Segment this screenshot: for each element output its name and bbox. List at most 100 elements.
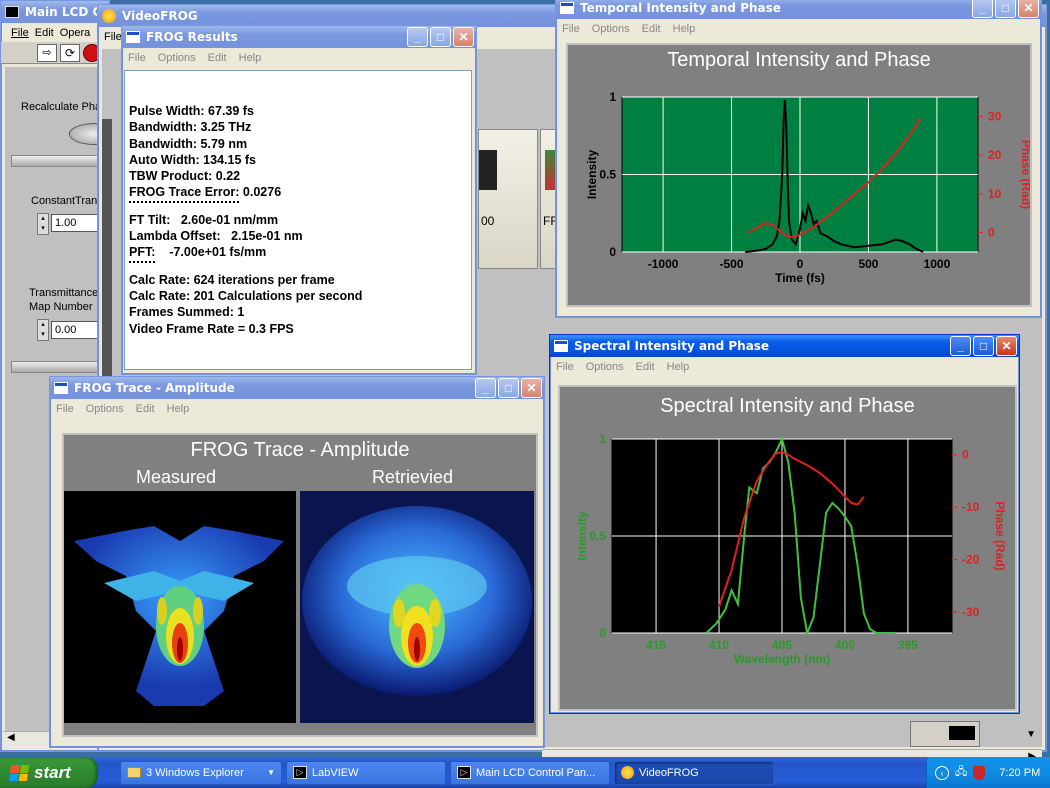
menu-edit[interactable]: Edit — [636, 361, 655, 373]
x-tick-label: 405 — [772, 638, 792, 652]
y2-axis-label: Phase (Rad) — [993, 501, 1007, 570]
minimize-button[interactable]: _ — [950, 336, 971, 356]
close-button[interactable]: ✕ — [521, 378, 542, 398]
menu-edit[interactable]: Edit — [35, 27, 54, 39]
transmittance-label: Transmittance — [29, 287, 99, 299]
y2-tick-label: 20 — [988, 148, 1002, 162]
frog-results-title: FROG Results — [146, 30, 238, 44]
menu-options[interactable]: Options — [158, 52, 196, 64]
maximize-button[interactable]: □ — [995, 0, 1016, 18]
measured-trace-image — [64, 491, 296, 723]
close-button[interactable]: ✕ — [453, 27, 474, 47]
results-line: FROG Trace Error: 0.0276 — [129, 185, 282, 200]
x-tick-label: 400 — [835, 638, 855, 652]
frog-results-menubar: File Options Edit Help — [122, 48, 476, 67]
results-text-area: Pulse Width: 67.39 fs Bandwidth: 3.25 TH… — [124, 70, 472, 370]
taskbar-item-labview[interactable]: ▷ LabVIEW — [286, 760, 446, 785]
constant-stepper[interactable]: ▴ ▾ — [37, 213, 49, 235]
retrieved-trace-image — [300, 491, 534, 723]
windows-flag-icon — [8, 764, 30, 781]
minimize-button[interactable]: _ — [407, 27, 428, 47]
frog-results-titlebar[interactable]: FROG Results _ □ ✕ — [122, 26, 476, 48]
menu-help[interactable]: Help — [667, 361, 690, 373]
results-line: PFT: -7.00e+01 fs/mm — [129, 245, 267, 260]
tray-expand-icon[interactable]: ‹ — [935, 765, 949, 780]
lcd-indicator-value — [949, 726, 975, 740]
frog-trace-plot-title: FROG Trace - Amplitude — [190, 439, 410, 461]
menu-file[interactable]: File — [128, 52, 146, 64]
scroll-left-icon[interactable]: ◀ — [7, 732, 15, 743]
menu-file[interactable]: File — [56, 403, 74, 415]
close-button[interactable]: ✕ — [1018, 0, 1039, 18]
close-button[interactable]: ✕ — [996, 336, 1017, 356]
menu-edit[interactable]: Edit — [642, 23, 661, 35]
labview-icon: ▷ — [293, 766, 307, 779]
separator — [129, 260, 155, 263]
menu-help[interactable]: Help — [167, 403, 190, 415]
frog-trace-titlebar[interactable]: FROG Trace - Amplitude _ □ ✕ — [50, 377, 544, 399]
videofrog-menu-file[interactable]: File — [104, 31, 122, 43]
spectral-titlebar[interactable]: Spectral Intensity and Phase _ □ ✕ — [550, 335, 1019, 357]
x-axis-label: Time (fs) — [775, 271, 825, 285]
menu-file[interactable]: File — [556, 361, 574, 373]
frog-trace-menubar: File Options Edit Help — [50, 399, 544, 418]
maximize-button[interactable]: □ — [973, 336, 994, 356]
menu-edit[interactable]: Edit — [136, 403, 155, 415]
menu-edit[interactable]: Edit — [208, 52, 227, 64]
map-number-label: Map Number — [29, 301, 93, 313]
thumbnail-1-label: 00 — [481, 214, 495, 228]
security-shield-icon[interactable] — [973, 765, 986, 780]
recalculate-label: Recalculate Pha — [21, 101, 102, 113]
menu-options[interactable]: Options — [86, 403, 124, 415]
x-tick-label: 0 — [797, 257, 804, 271]
y-tick-label: 1 — [609, 90, 616, 104]
y-tick-label: 0.5 — [589, 529, 606, 543]
spectral-plot-panel: Spectral Intensity and Phase 415 410 405 40… — [558, 385, 1017, 711]
menu-help[interactable]: Help — [239, 52, 262, 64]
measured-trace-graphic — [74, 526, 284, 706]
taskbar-item-explorer[interactable]: 3 Windows Explorer ▼ — [120, 760, 282, 785]
system-tray: ‹ 🖧 7:20 PM — [926, 757, 1050, 788]
menu-file[interactable]: File — [562, 23, 580, 35]
temporal-titlebar[interactable]: Temporal Intensity and Phase _ □ ✕ — [556, 0, 1041, 19]
results-line: Auto Width: 134.15 fs — [129, 152, 256, 167]
network-icon[interactable]: 🖧 — [955, 763, 967, 782]
results-line: TBW Product: 0.22 — [129, 169, 241, 184]
taskbar-item-main-lcd[interactable]: ▷ Main LCD Control Pan... — [450, 760, 610, 785]
main-lcd-menubar: File Edit Opera — [1, 23, 109, 42]
maximize-button[interactable]: □ — [430, 27, 451, 47]
results-line: Calc Rate: 624 iterations per frame — [129, 272, 335, 287]
run-continuous-icon[interactable]: ⟳ — [60, 43, 80, 62]
results-line: Frames Summed: 1 — [129, 305, 245, 320]
menu-operate[interactable]: Opera — [60, 27, 91, 39]
videofrog-scroll-right-icon[interactable]: ▼ — [1026, 729, 1036, 740]
thumbnail-1[interactable]: 00 — [478, 129, 538, 269]
window-icon — [54, 382, 68, 394]
results-line: Calc Rate: 201 Calculations per second — [129, 288, 363, 303]
y-axis-label: Intensity — [575, 511, 589, 561]
results-line: FT Tilt: 2.60e-01 nm/mm — [129, 212, 279, 227]
y2-tick-label: 0 — [962, 448, 969, 462]
x-axis-label: Wavelength (nm) — [734, 652, 830, 666]
clock[interactable]: 7:20 PM — [999, 767, 1040, 779]
main-lcd-titlebar[interactable]: Main LCD C — [1, 1, 109, 23]
minimize-button[interactable]: _ — [475, 378, 496, 398]
videofrog-sun-icon — [621, 766, 634, 779]
minimize-button[interactable]: _ — [972, 0, 993, 18]
menu-file[interactable]: File — [11, 27, 29, 39]
y-tick-label: 0.5 — [599, 168, 616, 182]
retrieved-trace-graphic — [302, 506, 532, 696]
start-label: start — [34, 762, 71, 782]
map-stepper[interactable]: ▴ ▾ — [37, 319, 49, 341]
menu-options[interactable]: Options — [586, 361, 624, 373]
maximize-button[interactable]: □ — [498, 378, 519, 398]
menu-help[interactable]: Help — [673, 23, 696, 35]
taskbar-item-label: VideoFROG — [639, 766, 699, 779]
run-arrow-icon[interactable]: ⇨ — [37, 43, 57, 62]
taskbar-item-videofrog[interactable]: VideoFROG — [614, 760, 774, 785]
start-button[interactable]: start — [0, 757, 98, 788]
menu-options[interactable]: Options — [592, 23, 630, 35]
retrieved-label: Retrievied — [372, 467, 454, 487]
temporal-menubar: File Options Edit Help — [556, 19, 1041, 38]
y2-tick-label: 0 — [988, 226, 995, 240]
